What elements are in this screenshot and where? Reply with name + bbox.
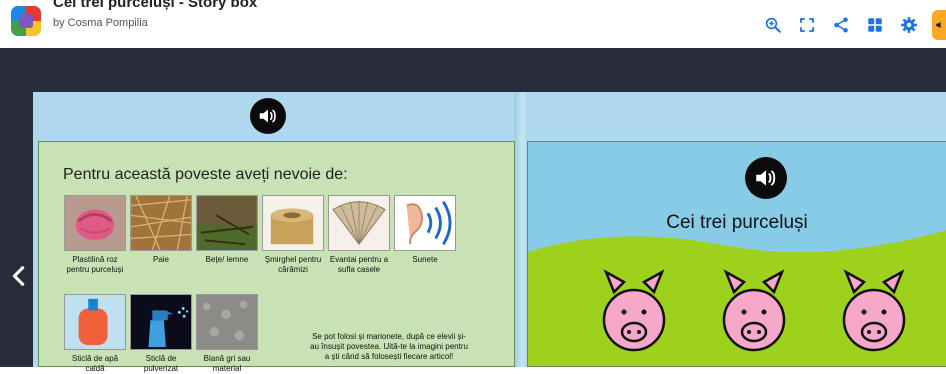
book-gutter	[514, 92, 528, 367]
material-item: Paie	[129, 195, 193, 265]
speaker-icon[interactable]	[250, 98, 286, 134]
material-item: Sticlă de pulverizat	[129, 294, 193, 374]
zoom-in-icon[interactable]	[762, 14, 784, 36]
fullscreen-icon[interactable]	[796, 14, 818, 36]
material-item: Plastilină roz pentru purceluși	[63, 195, 127, 275]
material-label: Șmirghel pentru cărămizi	[264, 255, 322, 274]
scene-title: Cei trei purceluși	[666, 212, 808, 233]
material-label: Plastilină roz pentru purceluși	[66, 255, 124, 274]
material-label: Sticlă de pulverizat	[143, 354, 179, 373]
material-label: Blană gri sau material	[203, 354, 251, 373]
material-label: Evantai pentru a sufla casele	[329, 255, 389, 274]
pink-clay-image	[64, 195, 126, 251]
material-label: Sticlă de apă caldă	[71, 354, 119, 373]
share-icon[interactable]	[830, 14, 852, 36]
material-item: Bețe/ lemne	[195, 195, 259, 265]
sandpaper-image	[262, 195, 324, 251]
materials-heading: Pentru această poveste aveți nevoie de:	[63, 166, 348, 183]
hot-water-bottle-image	[64, 294, 126, 350]
material-label: Sunete	[412, 255, 438, 264]
grid-icon[interactable]	[864, 14, 886, 36]
ear-sound-image	[394, 195, 456, 251]
material-item: Blană gri sau material	[195, 294, 259, 374]
previous-page-chevron-left-icon[interactable]	[7, 262, 31, 290]
story-title: Cei trei purceluși - Story box	[53, 0, 258, 11]
material-item: Sticlă de apă caldă	[63, 294, 127, 374]
spray-bottle-image	[130, 294, 192, 350]
material-label: Bețe/ lemne	[205, 255, 249, 264]
audio-icon[interactable]	[932, 10, 946, 40]
gear-icon[interactable]	[898, 14, 920, 36]
toolbar	[762, 10, 946, 40]
material-label: Paie	[152, 255, 169, 264]
materials-card: Pentru această poveste aveți nevoie de: …	[38, 141, 515, 373]
speaker-icon[interactable]	[745, 157, 787, 199]
story-author: by Cosma Pompilia	[53, 17, 148, 29]
straw-image	[130, 195, 192, 251]
grass-hills-background	[528, 142, 946, 366]
material-item: Sunete	[393, 195, 457, 265]
sticks-image	[196, 195, 258, 251]
title-scene: Cei trei purceluși	[527, 141, 946, 367]
fan-image	[328, 195, 390, 251]
top-bar: Cei trei purceluși - Story box by Cosma …	[0, 0, 946, 48]
material-item: Evantai pentru a sufla casele	[327, 195, 391, 275]
material-item: Șmirghel pentru cărămizi	[261, 195, 325, 275]
app-logo	[11, 6, 41, 36]
grey-fur-image	[196, 294, 258, 350]
puppets-note: Se pot folosi și marionete, după ce elev…	[310, 332, 468, 361]
